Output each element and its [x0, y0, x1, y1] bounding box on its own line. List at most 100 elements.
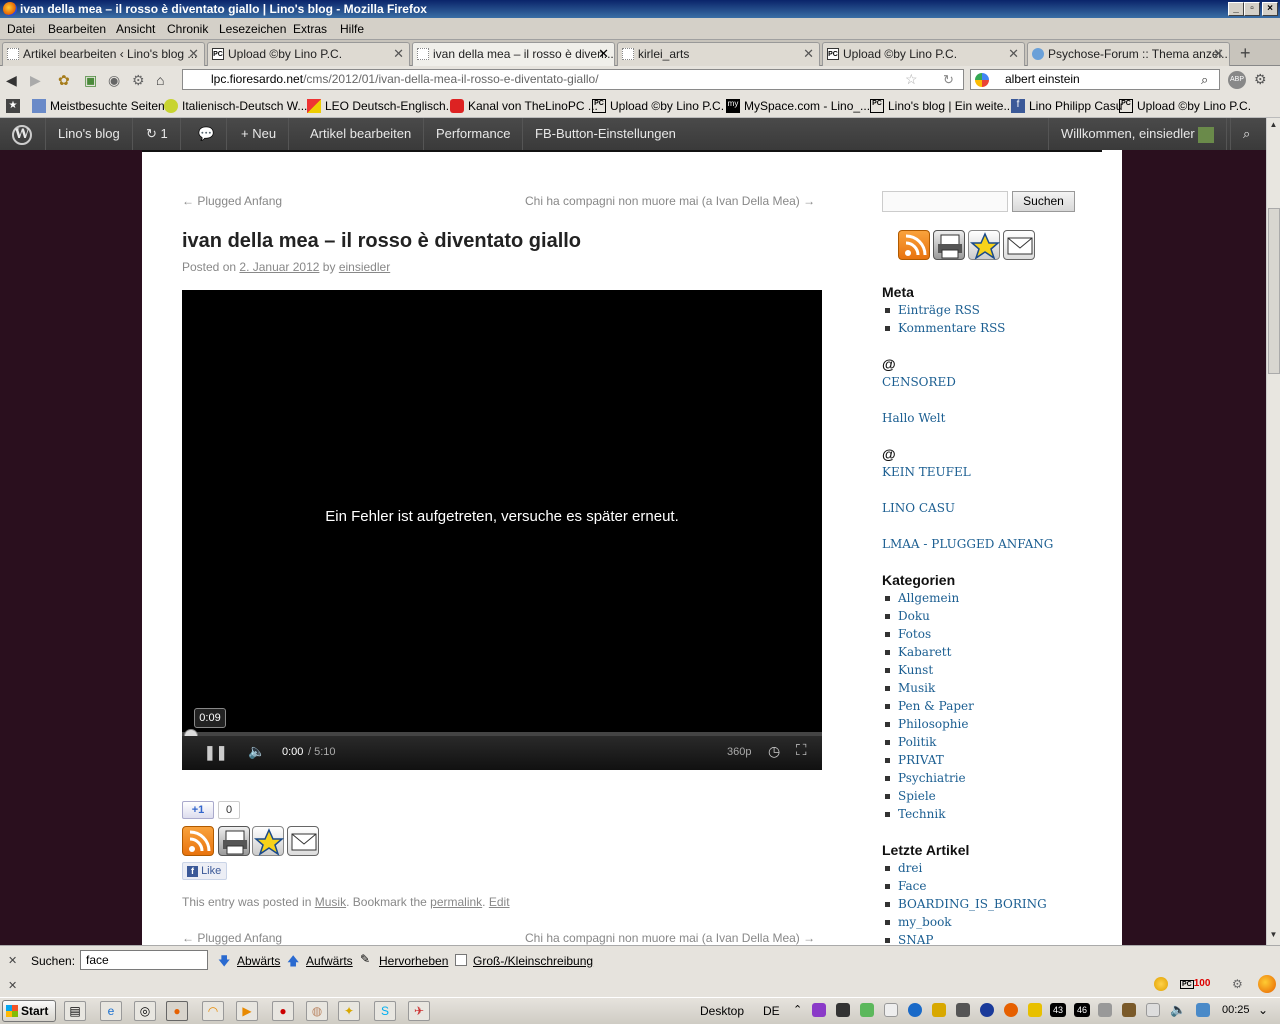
close-tab-icon[interactable]: ✕: [1008, 43, 1019, 65]
mail-icon[interactable]: [287, 826, 319, 856]
sidebar-link[interactable]: LMAA - PLUGGED ANFANG: [882, 537, 1053, 551]
language-indicator[interactable]: DE: [763, 1004, 780, 1018]
tray-icon[interactable]: [908, 1003, 922, 1017]
pause-icon[interactable]: ❚❚: [204, 744, 227, 761]
category-link[interactable]: Musik: [315, 895, 346, 909]
next-post-link[interactable]: Chi ha compagni non muore mai (a Ivan De…: [525, 194, 815, 208]
taskbar-runner-icon[interactable]: ✦: [338, 1001, 360, 1021]
category-link[interactable]: Kunst: [882, 663, 933, 677]
settings-icon[interactable]: ⚙: [1254, 71, 1267, 88]
taskbar-record-icon[interactable]: ●: [272, 1001, 294, 1021]
find-input[interactable]: face: [80, 950, 208, 970]
sidebar-search-button[interactable]: Suchen: [1012, 191, 1075, 212]
desktop-toolbar[interactable]: Desktop: [700, 1004, 744, 1018]
sidebar-search-input[interactable]: [882, 191, 1008, 212]
tab-upload-1[interactable]: PC Upload ©by Lino P.C. ✕: [207, 42, 410, 66]
menu-extras[interactable]: Extras: [293, 22, 327, 36]
screenshot-icon[interactable]: ▣: [84, 72, 97, 89]
watch-later-icon[interactable]: ◷: [768, 743, 780, 760]
find-prev-button[interactable]: Aufwärts: [306, 954, 353, 968]
recent-post-link[interactable]: drei: [882, 861, 922, 875]
permalink-link[interactable]: permalink: [430, 895, 482, 909]
match-case-label[interactable]: Groß-/Kleinschreibung: [473, 954, 593, 968]
tray-counter-2[interactable]: 46: [1074, 1003, 1090, 1017]
bookmark-upload-2[interactable]: PC Upload ©by Lino P.C.: [1119, 99, 1251, 113]
search-icon[interactable]: ⌕: [1201, 70, 1208, 89]
bookmark-youtube[interactable]: Kanal von TheLinoPC ...: [450, 99, 598, 113]
prev-post-link[interactable]: ← Plugged Anfang: [182, 194, 282, 208]
tray-icon[interactable]: [1122, 1003, 1136, 1017]
scroll-up-icon[interactable]: ▲: [1267, 120, 1280, 134]
addon-icon[interactable]: ✿: [58, 72, 70, 89]
taskbar-tool-icon[interactable]: ◍: [306, 1001, 328, 1021]
search-bar[interactable]: albert einstein ⌕: [970, 69, 1220, 90]
statusbar-close-icon[interactable]: ✕: [8, 979, 17, 992]
gear-icon[interactable]: ⚙: [132, 72, 145, 89]
wp-site-name[interactable]: Lino's blog: [46, 118, 133, 150]
wp-comments-icon[interactable]: 💬: [186, 118, 228, 150]
tab-upload-2[interactable]: PC Upload ©by Lino P.C. ✕: [822, 42, 1025, 66]
close-tab-icon[interactable]: ✕: [803, 43, 814, 65]
favorite-star-icon[interactable]: [968, 230, 1001, 260]
mail-icon[interactable]: [1003, 230, 1035, 260]
close-tab-icon[interactable]: ✕: [1213, 43, 1224, 65]
category-link[interactable]: Allgemein: [882, 591, 959, 605]
wp-welcome[interactable]: Willkommen, einsiedler: [1048, 118, 1228, 150]
post-author-link[interactable]: einsiedler: [339, 260, 390, 274]
category-link[interactable]: Technik: [882, 807, 945, 821]
tray-icon[interactable]: [836, 1003, 850, 1017]
menu-lesezeichen[interactable]: Lesezeichen: [219, 22, 286, 36]
scroll-thumb[interactable]: [1268, 208, 1280, 374]
bookmark-leo[interactable]: LEO Deutsch-Englisch...: [307, 99, 456, 113]
category-link[interactable]: Musik: [882, 681, 935, 695]
print-icon[interactable]: [218, 826, 250, 856]
wp-fb-settings[interactable]: FB-Button-Einstellungen: [523, 118, 688, 150]
tray-expand-icon[interactable]: ⌃: [793, 1003, 802, 1016]
tray-counter-1[interactable]: 43: [1050, 1003, 1066, 1017]
rss-icon[interactable]: [898, 230, 930, 260]
weather-icon[interactable]: [1154, 977, 1168, 991]
start-button[interactable]: Start: [2, 1000, 56, 1022]
category-link[interactable]: PRIVAT: [882, 753, 944, 767]
status-addon-icon[interactable]: [1258, 975, 1276, 993]
tray-flag-icon[interactable]: [884, 1003, 898, 1017]
bookmark-meistbesuchte[interactable]: Meistbesuchte Seiten: [32, 99, 165, 113]
taskbar-misc-icon[interactable]: ✈: [408, 1001, 430, 1021]
tool-icon[interactable]: ◉: [108, 72, 120, 89]
tray-icon[interactable]: [860, 1003, 874, 1017]
category-link[interactable]: Spiele: [882, 789, 936, 803]
rss-icon[interactable]: [182, 826, 214, 856]
taskbar-app-icon[interactable]: ◎: [134, 1001, 156, 1021]
category-link[interactable]: Kabarett: [882, 645, 951, 659]
wp-updates[interactable]: ↻ 1: [134, 118, 181, 150]
bookmarks-star-icon[interactable]: ★: [6, 99, 20, 113]
recent-post-link[interactable]: BOARDING_IS_BORING: [882, 897, 1047, 911]
fb-like-button[interactable]: f Like: [182, 862, 227, 880]
menu-hilfe[interactable]: Hilfe: [340, 22, 364, 36]
maximize-button[interactable]: ▫: [1244, 2, 1260, 16]
category-link[interactable]: Pen & Paper: [882, 699, 974, 713]
menu-bearbeiten[interactable]: Bearbeiten: [48, 22, 106, 36]
tray-icon[interactable]: [1028, 1003, 1042, 1017]
prev-post-link-bottom[interactable]: ← Plugged Anfang: [182, 931, 282, 945]
scroll-down-icon[interactable]: ▼: [1267, 930, 1280, 944]
close-tab-icon[interactable]: ✕: [393, 43, 404, 65]
status-tool-icon[interactable]: ⚙: [1232, 977, 1243, 991]
taskbar-rss-icon[interactable]: ◠: [202, 1001, 224, 1021]
bookmark-facebook[interactable]: f Lino Philipp Casu: [1011, 99, 1122, 113]
bookmark-myspace[interactable]: my MySpace.com - Lino_...: [726, 99, 870, 113]
adblock-icon[interactable]: ABP: [1228, 71, 1246, 89]
wordpress-logo-icon[interactable]: W: [0, 118, 46, 150]
sidebar-link[interactable]: LINO CASU: [882, 501, 955, 515]
address-bar[interactable]: lpc.fioresardo.net/cms/2012/01/ivan-dell…: [182, 69, 964, 90]
search-input[interactable]: albert einstein: [1005, 72, 1080, 86]
taskbar-skype-icon[interactable]: S: [374, 1001, 396, 1021]
home-icon[interactable]: ⌂: [156, 72, 164, 88]
menu-chronik[interactable]: Chronik: [167, 22, 208, 36]
video-player[interactable]: Ein Fehler ist aufgetreten, versuche es …: [182, 290, 822, 770]
category-link[interactable]: Doku: [882, 609, 930, 623]
tray-icon[interactable]: [980, 1003, 994, 1017]
favorite-star-icon[interactable]: [252, 826, 285, 856]
sidebar-link[interactable]: Hallo Welt: [882, 411, 945, 425]
print-icon[interactable]: [933, 230, 965, 260]
